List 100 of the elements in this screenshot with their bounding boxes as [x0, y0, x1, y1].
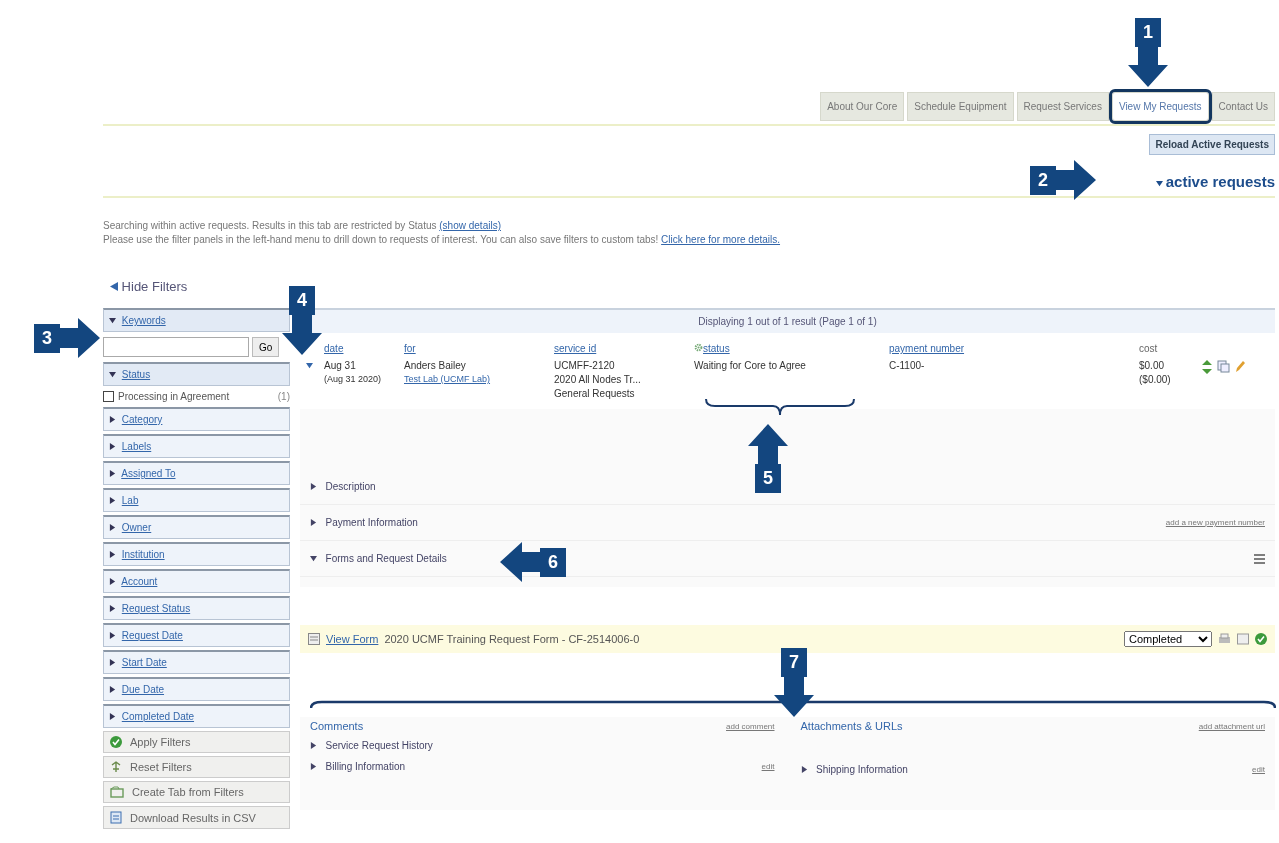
caret-icon [310, 519, 317, 526]
callout-number: 2 [1030, 165, 1056, 195]
menu-icon[interactable] [1254, 553, 1265, 564]
filter-header[interactable]: Category [103, 407, 290, 431]
filter-action-button[interactable]: Create Tab from Filters [103, 781, 290, 803]
check-icon[interactable] [1255, 633, 1267, 645]
section-toggle[interactable]: Payment Information [310, 517, 418, 528]
section-toggle[interactable]: Description [310, 481, 376, 492]
nav-tab[interactable]: Schedule Equipment [907, 92, 1014, 121]
details-link[interactable]: (show details) [439, 220, 501, 231]
caret-icon [306, 362, 313, 369]
table-cell-text: $0.00 [1139, 360, 1166, 371]
section-toggle[interactable]: active requests [1155, 173, 1275, 190]
callout-number: 4 [289, 286, 315, 315]
tab-icon [110, 786, 124, 798]
table-cell-text: Waiting for Core to Agree [694, 360, 807, 371]
filter-action-button[interactable]: Reset Filters [103, 756, 290, 778]
table-cell-text: Aug 31 [324, 360, 357, 371]
caret-icon [109, 632, 116, 639]
filter-header[interactable]: Institution [103, 542, 290, 566]
copy-icon[interactable] [1217, 360, 1230, 373]
callout-number: 5 [755, 464, 781, 493]
edit-link[interactable]: edit [761, 762, 775, 771]
filter-header[interactable]: Start Date [103, 650, 290, 674]
column-header[interactable]: cost [1139, 343, 1201, 354]
go-button[interactable]: Go [252, 337, 280, 357]
arrow-icon [60, 318, 100, 358]
arrow-icon [748, 424, 788, 464]
filter-header[interactable]: Status [103, 362, 290, 386]
section-toggle[interactable]: Service Request History [310, 740, 433, 751]
callout-number: 7 [781, 648, 807, 677]
form-icon [308, 633, 320, 645]
filter-header[interactable]: Request Date [103, 623, 290, 647]
caret-icon [109, 713, 116, 720]
print-icon[interactable] [1218, 633, 1231, 645]
intro-text: Please use the filter panels in the left-hand menu to drill down to requests of interest. You can also save filters to custom tabs! Click here for more details. [103, 234, 782, 245]
caret-icon [109, 686, 116, 693]
reload-button[interactable]: Reload Active Requests [1149, 134, 1275, 155]
caret-icon [109, 497, 116, 504]
column-header[interactable]: payment number [889, 343, 1139, 354]
add-attachment-link[interactable]: add attachment url [1198, 721, 1265, 731]
arrow-icon [774, 677, 814, 717]
filter-header[interactable]: Owner [103, 515, 290, 539]
pencil-icon[interactable] [1234, 360, 1246, 373]
check-icon [110, 736, 122, 748]
caret-icon [109, 317, 116, 324]
filter-header[interactable]: Request Status [103, 596, 290, 620]
hide-filters-link[interactable]: Hide Filters [110, 279, 188, 294]
document-icon[interactable] [1237, 633, 1249, 645]
caret-icon [800, 766, 808, 773]
keyword-field[interactable] [103, 337, 249, 357]
column-header[interactable]: service id [554, 343, 694, 354]
column-header[interactable]: date [324, 343, 404, 354]
filter-header[interactable]: Labels [103, 434, 290, 458]
table-cell-text: General Requests [554, 388, 636, 399]
caret-icon [109, 659, 116, 666]
nav-tab[interactable]: Contact Us [1211, 92, 1275, 121]
column-header[interactable]: for [404, 343, 554, 354]
filter-header[interactable]: Keywords [103, 308, 290, 332]
checkbox[interactable] [103, 391, 114, 402]
collapse-icon [110, 282, 118, 291]
filter-header[interactable]: Due Date [103, 677, 290, 701]
lab-link[interactable]: Test Lab (UCMF Lab) [404, 374, 554, 384]
filter-action-button[interactable]: Apply Filters [103, 731, 290, 753]
status-select[interactable]: Completed [1124, 631, 1212, 647]
filter-header[interactable]: Account [103, 569, 290, 593]
nav-tab[interactable]: Request Services [1016, 92, 1109, 121]
filter-header[interactable]: Completed Date [103, 704, 290, 728]
filter-header[interactable]: Lab [103, 488, 290, 512]
filter-action-button[interactable]: Download Results in CSV [103, 806, 290, 829]
table-cell-text: 2020 All Nodes Tr... [554, 374, 642, 385]
section-toggle[interactable]: Billing Information [310, 761, 406, 772]
callout-number: 3 [34, 323, 60, 353]
caret-icon [109, 551, 116, 558]
add-comment-link[interactable]: add comment [726, 721, 775, 731]
arrow-icon [1128, 47, 1168, 87]
edit-link[interactable]: edit [1252, 765, 1265, 774]
section-toggle[interactable]: Forms and Request Details [310, 553, 447, 564]
nav-tab[interactable]: View My Requests [1111, 92, 1209, 121]
table-cell-text: (Aug 31 2020) [324, 374, 383, 384]
arrows-icon[interactable] [1201, 360, 1213, 374]
caret-icon [109, 524, 116, 531]
caret-icon [1155, 180, 1163, 187]
more-details-link[interactable]: Click here for more details. [661, 234, 781, 245]
caret-icon [109, 371, 116, 378]
option-count: (1) [277, 391, 290, 402]
reset-icon [110, 761, 122, 773]
column-header[interactable]: status [694, 343, 889, 354]
section-toggle[interactable]: Shipping Information [800, 764, 908, 775]
caret-icon [310, 483, 317, 490]
document-icon [110, 811, 122, 824]
form-title: 2020 UCMF Training Request Form - CF-2514006-0 [384, 633, 640, 645]
add-payment-link[interactable]: add a new payment number [1165, 518, 1265, 527]
attachments-title: Attachments & URLs [800, 720, 903, 732]
caret-icon [109, 605, 116, 612]
nav-tab[interactable]: About Our Core [820, 92, 905, 121]
arrow-icon [1056, 160, 1096, 200]
filter-header[interactable]: Assigned To [103, 461, 290, 485]
view-form-link[interactable]: View Form [326, 633, 379, 645]
arrow-icon [500, 542, 540, 582]
